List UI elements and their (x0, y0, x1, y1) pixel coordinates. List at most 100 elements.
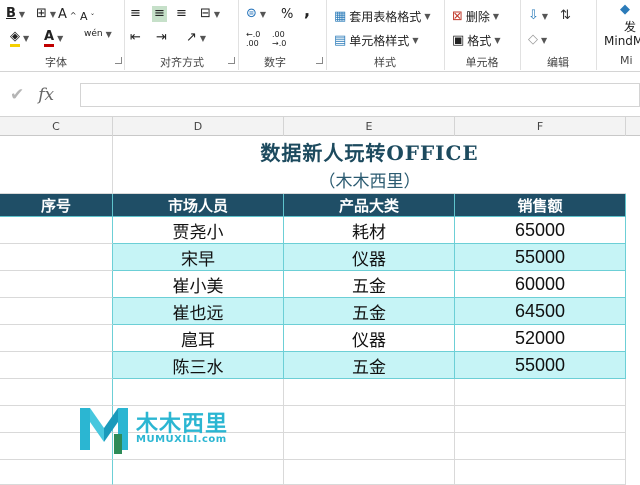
header-category[interactable]: 产品大类 (284, 194, 455, 217)
number-group-label: 数字 (264, 56, 286, 69)
number-dialog-launcher[interactable] (316, 57, 323, 64)
table-row: 崔也远 五金 64500 (0, 298, 640, 325)
enter-check-icon[interactable]: ✔ (10, 85, 24, 105)
align-center-button[interactable]: ≡ (152, 6, 167, 22)
border-button[interactable]: ⊞ ▼ (36, 6, 56, 22)
percent-style-button[interactable]: % (281, 7, 293, 23)
phonetic-button[interactable]: wén ▼ (84, 29, 112, 39)
fill-color-button[interactable]: ◈ ▼ (10, 30, 29, 47)
sort-filter-icon: ⇅ (560, 8, 571, 23)
cell-seq[interactable] (0, 244, 113, 271)
cell[interactable] (455, 460, 626, 485)
subtitle-cell[interactable]: （木木西里） (113, 166, 626, 194)
delete-icon: ⊠ (452, 8, 463, 24)
increase-indent-button[interactable]: ⇥ (156, 30, 167, 46)
cell-sales[interactable]: 55000 (455, 244, 626, 271)
insert-function-button[interactable]: fx (38, 85, 54, 105)
align-left-button[interactable]: ≡ (130, 6, 141, 22)
orientation-button[interactable]: ↗ ▼ (186, 30, 206, 46)
mindmanager-button[interactable]: MindM (604, 34, 640, 48)
column-header-e[interactable]: E (284, 117, 455, 136)
align-left-icon: ≡ (130, 6, 141, 21)
format-as-table-button[interactable]: ▦ 套用表格格式 ▼ (334, 8, 430, 25)
sheet-subtitle: （木木西里） (318, 172, 421, 192)
bold-button[interactable]: B ▼ (6, 6, 25, 22)
increase-decimal-button[interactable]: ←.0 .00 (246, 30, 266, 48)
cell-seq[interactable] (0, 352, 113, 379)
cell-seq[interactable] (0, 298, 113, 325)
chevron-down-icon: ▼ (492, 12, 500, 21)
cell[interactable] (113, 379, 284, 406)
cell[interactable] (0, 379, 113, 406)
clear-button[interactable]: ◇ ▼ (528, 32, 547, 48)
formula-bar: ✔ fx (0, 78, 640, 110)
cell-person[interactable]: 扈耳 (113, 325, 284, 352)
chevron-down-icon: ▼ (199, 33, 207, 43)
alignment-dialog-launcher[interactable] (228, 57, 235, 64)
cell[interactable] (0, 166, 113, 194)
cell[interactable] (113, 460, 284, 485)
cell[interactable] (455, 406, 626, 433)
cell-sales[interactable]: 52000 (455, 325, 626, 352)
cell[interactable] (284, 460, 455, 485)
shrink-font-button[interactable]: Aˇ (80, 9, 95, 25)
grow-font-button[interactable]: A ^ (58, 7, 77, 23)
formula-input[interactable] (80, 83, 640, 107)
format-cells-button[interactable]: ▣ 格式 ▼ (452, 32, 500, 49)
cell[interactable] (284, 406, 455, 433)
table-row: 崔小美 五金 60000 (0, 271, 640, 298)
eraser-icon: ◇ (528, 32, 538, 47)
cell[interactable] (284, 433, 455, 460)
cell-person[interactable]: 宋早 (113, 244, 284, 271)
cell-sales[interactable]: 60000 (455, 271, 626, 298)
title-cell[interactable]: 数据新人玩转OFFICE (113, 136, 626, 166)
align-right-button[interactable]: ≡ (176, 6, 187, 22)
column-header-c[interactable]: C (0, 117, 113, 136)
font-dialog-launcher[interactable] (115, 57, 122, 64)
cell-seq[interactable] (0, 271, 113, 298)
cell-person[interactable]: 崔也远 (113, 298, 284, 325)
column-header-f[interactable]: F (455, 117, 626, 136)
table-format-icon: ▦ (334, 8, 347, 24)
cell[interactable] (284, 379, 455, 406)
cell[interactable] (0, 136, 113, 166)
font-color-button[interactable]: A ▼ (44, 30, 63, 47)
cell[interactable] (455, 433, 626, 460)
cell-sales[interactable]: 65000 (455, 217, 626, 244)
cell-category[interactable]: 五金 (284, 271, 455, 298)
column-header-d[interactable]: D (113, 117, 284, 136)
fill-button[interactable]: ⇩ ▼ (528, 8, 548, 24)
header-person[interactable]: 市场人员 (113, 194, 284, 217)
cell-category[interactable]: 仪器 (284, 244, 455, 271)
chevron-down-icon: ▼ (213, 9, 221, 19)
mindmanager-icon[interactable]: ◆ (620, 2, 630, 18)
cell-seq[interactable] (0, 325, 113, 352)
delete-cells-button[interactable]: ⊠ 删除 ▼ (452, 8, 499, 25)
decrease-decimal-button[interactable]: .00 →.0 (272, 30, 292, 48)
accounting-format-button[interactable]: ⊜ ▼ (246, 6, 266, 22)
cell-category[interactable]: 仪器 (284, 325, 455, 352)
chevron-down-icon: ▼ (541, 35, 548, 45)
cell[interactable] (0, 460, 113, 485)
watermark-url: MUMUXILI.com (136, 434, 227, 445)
merge-center-button[interactable]: ⊟ ▼ (200, 6, 220, 22)
cell[interactable] (455, 379, 626, 406)
comma-style-button[interactable]: , (304, 3, 310, 19)
cell-styles-button[interactable]: ▤ 单元格样式 ▼ (334, 32, 418, 49)
cell-person[interactable]: 陈三水 (113, 352, 284, 379)
cell-seq[interactable] (0, 217, 113, 244)
cell-category[interactable]: 五金 (284, 298, 455, 325)
decrease-indent-button[interactable]: ⇤ (130, 30, 141, 46)
sort-filter-button[interactable]: ⇅ (560, 8, 571, 24)
mindmanager-group-label: Mi (620, 54, 633, 67)
ribbon: B ▼ ⊞ ▼ A ^ Aˇ ◈ ▼ A ▼ wén ▼ 字体 ≡ ≡ ≡ ⊟ ▼… (0, 0, 640, 72)
cell-sales[interactable]: 55000 (455, 352, 626, 379)
cell-category[interactable]: 五金 (284, 352, 455, 379)
cell-sales[interactable]: 64500 (455, 298, 626, 325)
header-sales[interactable]: 销售额 (455, 194, 626, 217)
cell-category[interactable]: 耗材 (284, 217, 455, 244)
cell-person[interactable]: 贾尧小 (113, 217, 284, 244)
header-seq[interactable]: 序号 (0, 194, 113, 217)
chevron-down-icon: ▼ (23, 34, 30, 43)
cell-person[interactable]: 崔小美 (113, 271, 284, 298)
